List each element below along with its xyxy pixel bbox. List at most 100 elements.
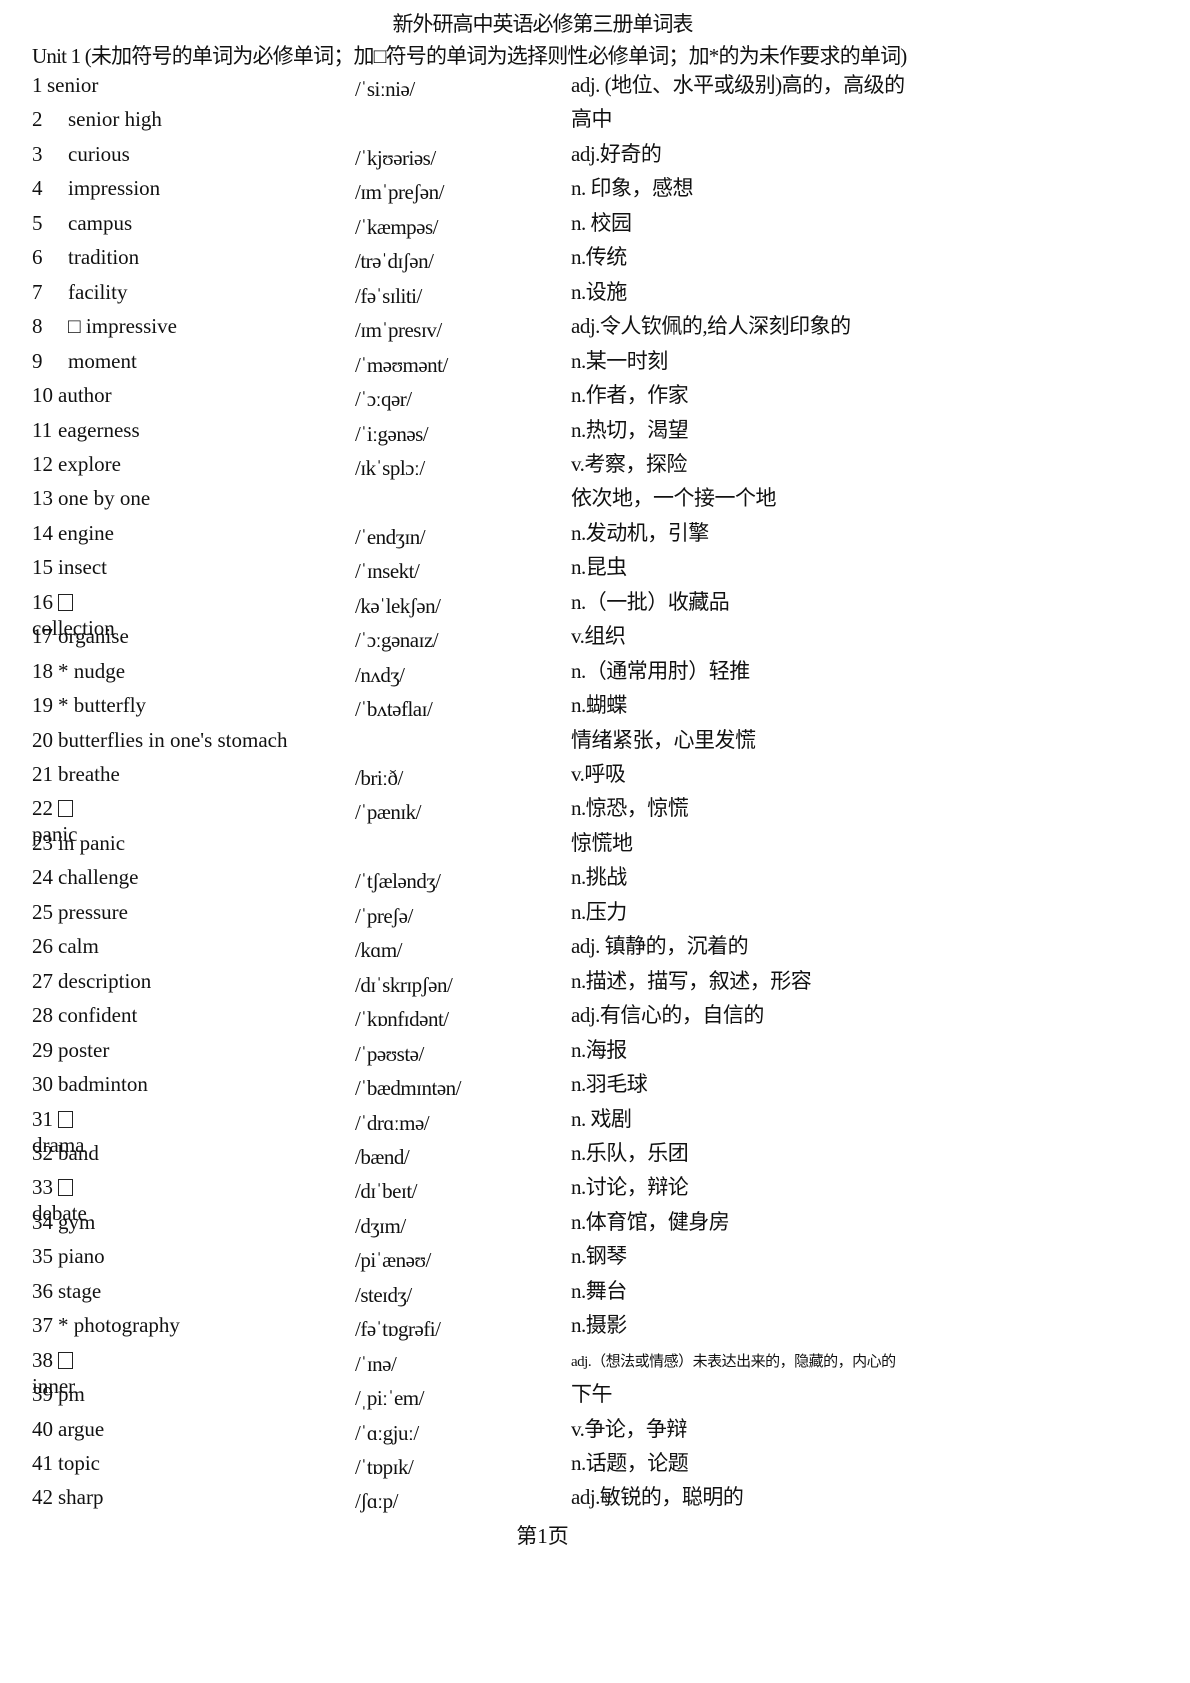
entry-phonetic: /ˌpiːˈem/ [355,1386,424,1411]
entry-meaning: 依次地，一个接一个地 [571,486,777,511]
entry-number: 12 [32,451,53,476]
entry-number: 23 [32,830,53,855]
elective-box-icon [58,593,73,611]
entry-word: curious [68,141,130,166]
vocab-row: 30 badminton/ˈbædmɪntən/n.羽毛球 [0,1072,1190,1102]
entry-number: 8 [32,314,43,339]
entry-number: 19 [32,693,53,718]
entry-number: 16 [32,589,53,614]
entry-number: 38 [32,1347,53,1372]
vocab-row: 38 inner/ˈɪnə/adj.（想法或情感）未表达出来的，隐藏的，内心的 [0,1347,1190,1398]
entry-number: 34 [32,1209,53,1234]
entry-number: 42 [32,1485,53,1510]
entry-word: breathe [58,762,120,786]
vocab-row: 17 organise/ˈɔːgənaɪz/v.组织 [0,624,1190,654]
entry-word: explore [58,451,121,476]
vocab-row: 5 campus/ˈkæmpəs/n. 校园 [0,211,1190,241]
entry-meaning: adj.好奇的 [571,141,662,166]
entry-phonetic: /ˈsiːniə/ [355,77,415,101]
entry-number: 14 [32,520,53,545]
entry-meaning: v.呼吸 [571,762,626,786]
vocab-row: 13 one by one 依次地，一个接一个地 [0,486,1190,516]
entry-meaning: v.考察，探险 [571,451,687,476]
entry-phonetic: /kɑm/ [355,938,403,963]
entry-word: piano [58,1244,105,1269]
entry-word: badminton [58,1072,148,1097]
document-title: 新外研高中英语必修第三册单词表 [392,12,694,36]
entry-phonetic: /kəˈlekʃən/ [355,593,441,618]
vocab-row: 2 senior high 高中 [0,107,1190,137]
entry-number: 35 [32,1244,53,1269]
entry-meaning: n.作者，作家 [571,383,689,408]
entry-meaning: adj.敏锐的，聪明的 [571,1485,744,1510]
entry-word: senior high [68,107,162,132]
entry-word: pressure [58,899,128,924]
entry-word: poster [58,1037,110,1062]
elective-box-icon [58,1179,73,1197]
entry-meaning: n.乐队，乐团 [571,1140,689,1165]
entry-meaning: n.发动机，引擎 [571,520,709,545]
entry-meaning: n.描述，描写，叙述，形容 [571,968,812,993]
entry-word: engine [58,520,114,545]
entry-number: 32 [32,1140,53,1165]
entry-meaning: n.传统 [571,245,627,270]
entry-phonetic: /steɪdʒ/ [355,1282,412,1307]
entry-number: 5 [32,210,43,235]
entry-number: 26 [32,934,53,959]
entry-word: topic [58,1451,100,1475]
entry-word: sharp [58,1485,104,1510]
entry-phonetic: /ˈɪnsekt/ [355,559,420,584]
entry-meaning: 下午 [571,1382,613,1407]
entry-word: moment [68,348,137,373]
entry-meaning: adj.有信心的，自信的 [571,1003,764,1028]
entry-phonetic: /dɪˈbeɪt/ [355,1179,418,1204]
entry-phonetic: /ˈkɒnfɪdənt/ [355,1007,449,1032]
entry-phonetic: /dɪˈskrɪpʃən/ [355,972,453,997]
entry-phonetic: /ˈpreʃə/ [355,903,413,928]
vocab-row: 22 panic/ˈpænɪk/n.惊恐，惊慌 [0,796,1190,846]
entry-meaning: n.钢琴 [571,1244,627,1269]
entry-word: organise [58,624,129,649]
entry-number: 25 [32,899,53,924]
entry-meaning: adj.（想法或情感）未表达出来的，隐藏的，内心的 [571,1353,896,1370]
entry-phonetic: /ˈkjʊəriəs/ [355,145,436,170]
vocab-row: 10 author/ˈɔːqər/n.作者，作家 [0,383,1190,413]
entry-meaning: n.话题，论题 [571,1451,689,1475]
entry-number: 20 [32,727,53,752]
entry-meaning: n.摄影 [571,1313,627,1338]
entry-word: author [58,383,112,408]
entry-meaning: adj. 镇静的，沉着的 [571,934,749,959]
entry-word: tradition [68,245,140,270]
entry-phonetic: /ˈɔːqər/ [355,387,412,412]
entry-phonetic: /ˈiːgənəs/ [355,421,429,446]
vocab-row: 42 sharp/ʃɑːp/adj.敏锐的，聪明的 [0,1485,1190,1515]
entry-word: butterflies in one's stomach [58,727,288,752]
entry-word: stage [58,1278,102,1303]
entry-number: 21 [32,762,53,786]
entry-meaning: n.惊恐，惊慌 [571,796,689,821]
entry-number: 28 [32,1003,53,1028]
entry-phonetic: /ˈbʌtəflaɪ/ [355,697,433,722]
vocab-row: 8 □ impressive/ɪmˈpresɪv/adj.令人钦佩的,给人深刻印象… [0,314,1190,344]
entry-number: 10 [32,383,53,408]
vocab-row: 20 butterflies in one's stomach 情绪紧张，心里发慌 [0,728,1190,758]
vocab-row: 15 insect/ˈɪnsekt/n.昆虫 [0,555,1190,585]
vocab-row: 23 in panic 惊慌地 [0,831,1190,861]
entry-phonetic: /bænd/ [355,1144,410,1169]
entry-phonetic: /ɪmˈpresɪv/ [355,318,442,343]
entry-meaning: n.某一时刻 [571,348,668,373]
entry-word: in panic [58,830,126,855]
entry-phonetic: /nʌdʒ/ [355,662,405,687]
vocab-row: 29 poster/ˈpəʊstə/n.海报 [0,1038,1190,1068]
entry-number: 2 [32,107,43,132]
vocab-row: 28 confident/ˈkɒnfɪdənt/adj.有信心的，自信的 [0,1003,1190,1033]
entry-phonetic: /ˈendʒɪn/ [355,524,426,549]
entry-number: 4 [32,176,43,201]
vocab-row: 18 * nudge/nʌdʒ/n.（通常用肘）轻推 [0,659,1190,689]
entry-meaning: n.（一批）收藏品 [571,589,730,614]
entry-phonetic: /dʒɪm/ [355,1213,406,1238]
entry-phonetic: /ˈpænɪk/ [355,800,422,825]
entry-number: 27 [32,968,53,993]
entry-word: calm [58,934,99,959]
entry-number: 31 [32,1106,53,1131]
